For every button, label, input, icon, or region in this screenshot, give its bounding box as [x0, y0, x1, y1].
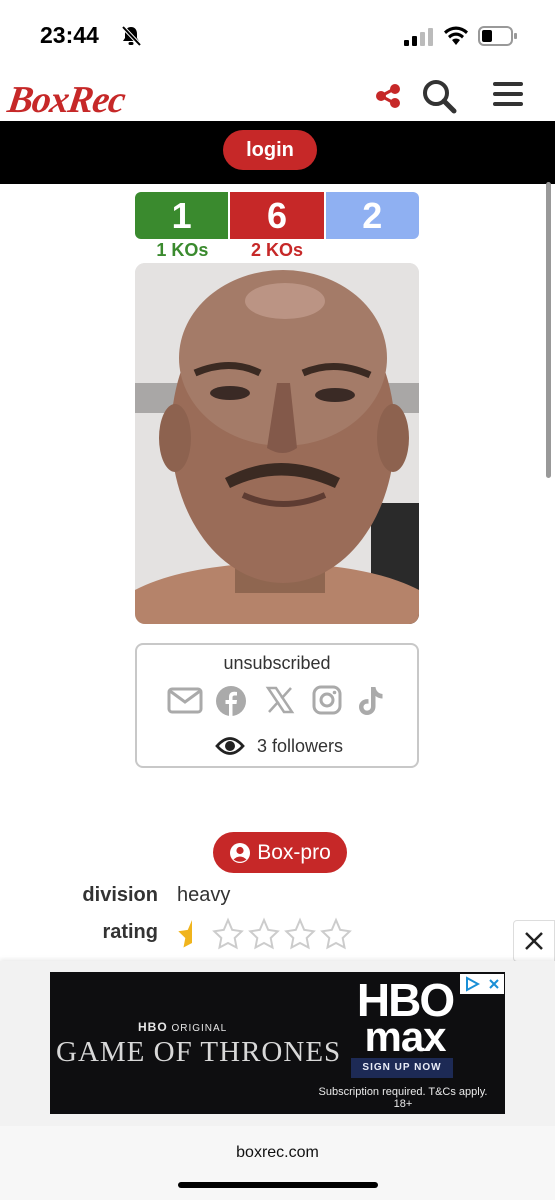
status-time: 23:44 — [40, 22, 99, 48]
search-icon[interactable] — [421, 78, 457, 114]
fight-record: 1 6 2 — [135, 192, 419, 239]
social-icons — [167, 685, 389, 719]
division-row: division heavy — [0, 884, 555, 914]
bell-slash-icon — [121, 25, 142, 47]
star-empty-icon — [212, 917, 244, 950]
followers-label: 3 followers — [257, 735, 344, 756]
instagram-icon[interactable] — [312, 685, 342, 715]
record-draws: 2 — [325, 192, 419, 239]
boxrec-logo[interactable]: BoxRec — [5, 78, 128, 122]
tiktok-icon[interactable] — [357, 685, 385, 717]
ad-banner[interactable]: HBO ORIGINAL GAME OF THRONES HBO max SIG… — [50, 972, 505, 1114]
box-pro-label: Box-pro — [257, 840, 331, 864]
show-title: GAME OF THRONES — [56, 1036, 342, 1068]
original-text: ORIGINAL — [171, 1023, 228, 1034]
rating-row: rating — [0, 917, 555, 951]
hbo-badge: HBO — [138, 1020, 168, 1034]
facebook-icon[interactable] — [215, 685, 247, 717]
social-box: unsubscribed 3 followers — [135, 643, 419, 768]
hbo-original-label: HBO ORIGINAL — [138, 1020, 227, 1034]
ad-choices-icon — [466, 976, 480, 992]
wifi-icon — [444, 26, 468, 45]
menu-icon[interactable] — [493, 80, 523, 108]
loss-kos: 2 KOs — [250, 240, 304, 260]
record-losses: 6 — [230, 192, 324, 239]
followers-count[interactable]: 3 followers — [215, 733, 343, 759]
division-label: division — [82, 884, 158, 906]
hbo-max-line2: max — [364, 1012, 446, 1060]
rating-label: rating — [102, 921, 158, 943]
ko-line: 1 KOs 2 KOs — [135, 240, 419, 262]
boxer-photo — [135, 263, 419, 624]
x-icon[interactable] — [265, 685, 295, 715]
page-scrollbar[interactable] — [546, 182, 551, 478]
share-icon[interactable] — [374, 82, 402, 110]
login-bar: login — [0, 121, 555, 184]
url-text[interactable]: boxrec.com — [0, 1144, 555, 1162]
ad-terms: Subscription required. T&Cs apply. 18+ — [318, 1086, 488, 1110]
ad-choices[interactable] — [460, 974, 504, 994]
win-kos: 1 KOs — [156, 240, 209, 260]
star-half-icon — [178, 920, 192, 948]
login-button[interactable]: login — [223, 130, 317, 170]
sign-up-button[interactable]: SIGN UP NOW — [351, 1058, 453, 1078]
eye-icon — [215, 737, 245, 755]
hbo-max-logo: HBO max — [350, 977, 460, 1060]
battery-icon — [478, 26, 517, 46]
close-ad-button[interactable] — [513, 920, 555, 962]
division-value: heavy — [177, 884, 231, 906]
draw-kos-spacer — [324, 240, 419, 262]
star-empty-icon — [320, 917, 352, 950]
ad-close-icon — [489, 979, 499, 989]
site-header: BoxRec — [0, 72, 555, 122]
rating-stars — [175, 917, 353, 951]
star-empty-icon — [284, 917, 316, 950]
star-empty-icon — [248, 917, 280, 950]
browser-url-bar[interactable]: boxrec.com — [0, 1126, 555, 1200]
subscription-status: unsubscribed — [223, 653, 331, 673]
signal-icon — [404, 28, 433, 46]
email-icon[interactable] — [167, 685, 203, 715]
status-bar: 23:44 — [0, 0, 555, 70]
box-pro-button[interactable]: Box-pro — [213, 832, 347, 873]
user-circle-icon — [230, 842, 251, 863]
close-icon — [525, 932, 543, 950]
record-wins: 1 — [135, 192, 229, 239]
home-indicator[interactable] — [178, 1182, 378, 1188]
